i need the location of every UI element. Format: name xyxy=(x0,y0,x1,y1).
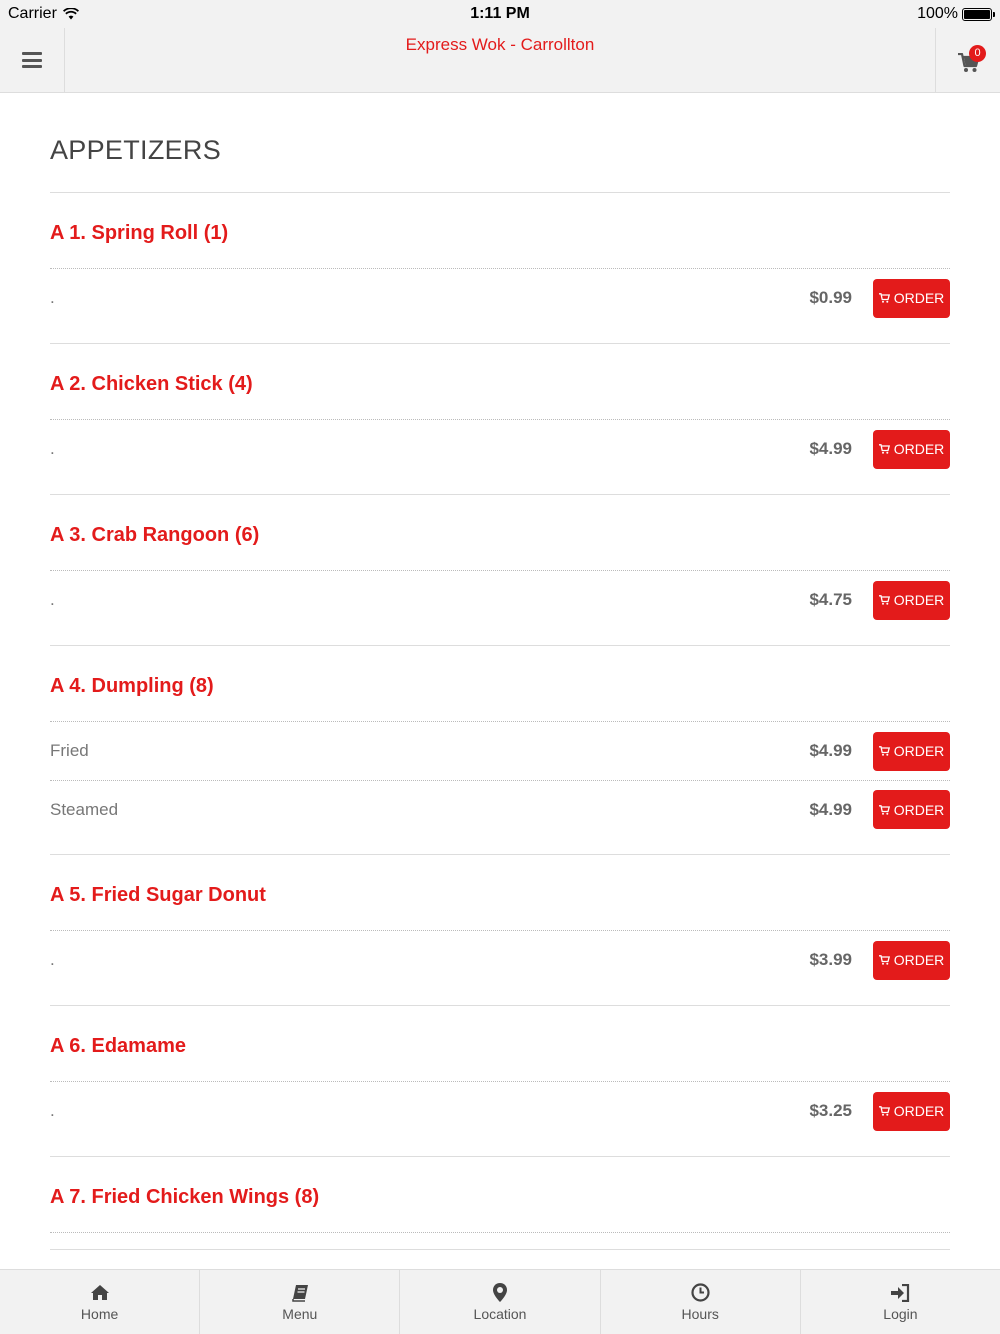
variant-price: $4.99 xyxy=(809,741,852,760)
tab-menu[interactable]: Menu xyxy=(200,1270,401,1334)
battery-icon xyxy=(962,7,995,21)
menu-item-variant-row: . $0.99 ORDER xyxy=(50,269,950,327)
cart-button[interactable]: 0 xyxy=(935,28,1000,92)
menu-item: A 2. Chicken Stick (4). $4.99 ORDER xyxy=(50,344,950,495)
tab-location[interactable]: Location xyxy=(400,1270,601,1334)
menu-item: A 1. Spring Roll (1). $0.99 ORDER xyxy=(50,193,950,344)
variant-label: Steamed xyxy=(50,799,119,819)
hamburger-icon xyxy=(22,52,42,68)
menu-item-variant-row: . $3.99 ORDER xyxy=(50,931,950,989)
app-title: Express Wok - Carrollton xyxy=(405,35,595,54)
order-button-label: ORDER xyxy=(893,592,945,608)
cart-count-badge: 0 xyxy=(969,45,986,62)
app-header: Express Wok - Carrollton 0 xyxy=(0,28,1000,93)
menu-item: A 6. Edamame. $3.25 ORDER xyxy=(50,1006,950,1157)
variant-price: $4.99 xyxy=(809,439,852,458)
clock-icon xyxy=(691,1283,710,1303)
menu-content: APPETIZERS A 1. Spring Roll (1). $0.99 ORD… xyxy=(50,93,950,1269)
order-button-label: ORDER xyxy=(893,952,945,968)
menu-item-variant-row: . $3.25 ORDER xyxy=(50,1082,950,1140)
variant-label: . xyxy=(50,1101,55,1120)
menu-item: A 7. Fried Chicken Wings (8) xyxy=(50,1157,950,1250)
order-button[interactable]: ORDER xyxy=(873,731,950,771)
menu-toggle-button[interactable] xyxy=(0,28,65,92)
menu-item-name: A 6. Edamame xyxy=(50,1006,950,1082)
menu-item: A 4. Dumpling (8) Fried $4.99 ORDER Steamed $… xyxy=(50,646,950,855)
order-button-label: ORDER xyxy=(893,290,945,306)
battery-percent: 100% xyxy=(917,5,958,22)
map-pin-icon xyxy=(493,1283,507,1303)
tab-hours-label: Hours xyxy=(681,1305,719,1322)
home-icon xyxy=(90,1283,110,1303)
status-bar: Carrier 1:11 PM 100% xyxy=(0,0,1000,28)
tab-location-label: Location xyxy=(473,1305,527,1322)
variant-price: $4.75 xyxy=(809,590,852,609)
order-button-label: ORDER xyxy=(893,743,945,759)
cart-icon xyxy=(878,290,890,306)
menu-item-name: A 7. Fried Chicken Wings (8) xyxy=(50,1157,950,1233)
cart-icon xyxy=(878,441,890,457)
order-button[interactable]: ORDER xyxy=(873,940,950,980)
order-button[interactable]: ORDER xyxy=(873,278,950,318)
tab-login[interactable]: Login xyxy=(801,1270,1000,1334)
menu-item-variant-row: . $4.99 ORDER xyxy=(50,420,950,478)
order-button[interactable]: ORDER xyxy=(873,790,950,829)
order-button-label: ORDER xyxy=(893,1103,945,1119)
book-icon xyxy=(291,1283,309,1303)
order-button-label: ORDER xyxy=(893,441,945,457)
variant-label: . xyxy=(50,950,55,969)
variant-label: . xyxy=(50,590,55,609)
order-button[interactable]: ORDER xyxy=(873,1091,950,1131)
menu-item-variant-row: Fried $4.99 ORDER xyxy=(50,722,950,780)
menu-item-name: A 2. Chicken Stick (4) xyxy=(50,344,950,420)
menu-item: A 5. Fried Sugar Donut. $3.99 ORDER xyxy=(50,855,950,1006)
menu-item-list: A 1. Spring Roll (1). $0.99 ORDER A 2. Chic… xyxy=(50,193,950,1250)
menu-item-variant-row: Steamed $4.99 ORDER xyxy=(50,780,950,838)
menu-item-name: A 4. Dumpling (8) xyxy=(50,646,950,722)
variant-price: $0.99 xyxy=(809,288,852,307)
variant-label: Fried xyxy=(50,741,89,760)
tab-home-label: Home xyxy=(80,1305,119,1322)
bottom-tab-bar: Home Menu Location Hours Login xyxy=(0,1269,1000,1334)
menu-item: A 3. Crab Rangoon (6). $4.75 ORDER xyxy=(50,495,950,646)
variant-label: . xyxy=(50,439,55,458)
sign-in-icon xyxy=(890,1283,910,1303)
variant-label: . xyxy=(50,288,55,307)
variant-price: $3.25 xyxy=(809,1101,852,1120)
menu-item-name: A 5. Fried Sugar Donut xyxy=(50,855,950,931)
tab-hours[interactable]: Hours xyxy=(601,1270,801,1334)
menu-item-variant-row: . $4.75 ORDER xyxy=(50,571,950,629)
order-button[interactable]: ORDER xyxy=(873,580,950,620)
cart-icon xyxy=(878,743,890,759)
variant-price: $4.99 xyxy=(809,799,852,819)
tab-login-label: Login xyxy=(883,1305,918,1322)
order-button-label: ORDER xyxy=(893,801,945,818)
cart-icon xyxy=(878,592,890,608)
cart-icon xyxy=(878,1103,890,1119)
battery-status: 100% xyxy=(917,5,995,23)
menu-item-name: A 3. Crab Rangoon (6) xyxy=(50,495,950,571)
menu-item-name: A 1. Spring Roll (1) xyxy=(50,193,950,269)
cart-icon xyxy=(878,952,890,968)
cart-icon xyxy=(878,802,890,818)
section-title: APPETIZERS xyxy=(50,135,950,193)
tab-menu-label: Menu xyxy=(282,1305,318,1322)
variant-price: $3.99 xyxy=(809,950,852,969)
order-button[interactable]: ORDER xyxy=(873,429,950,469)
tab-home[interactable]: Home xyxy=(0,1270,201,1334)
status-time: 1:11 PM xyxy=(470,5,530,22)
